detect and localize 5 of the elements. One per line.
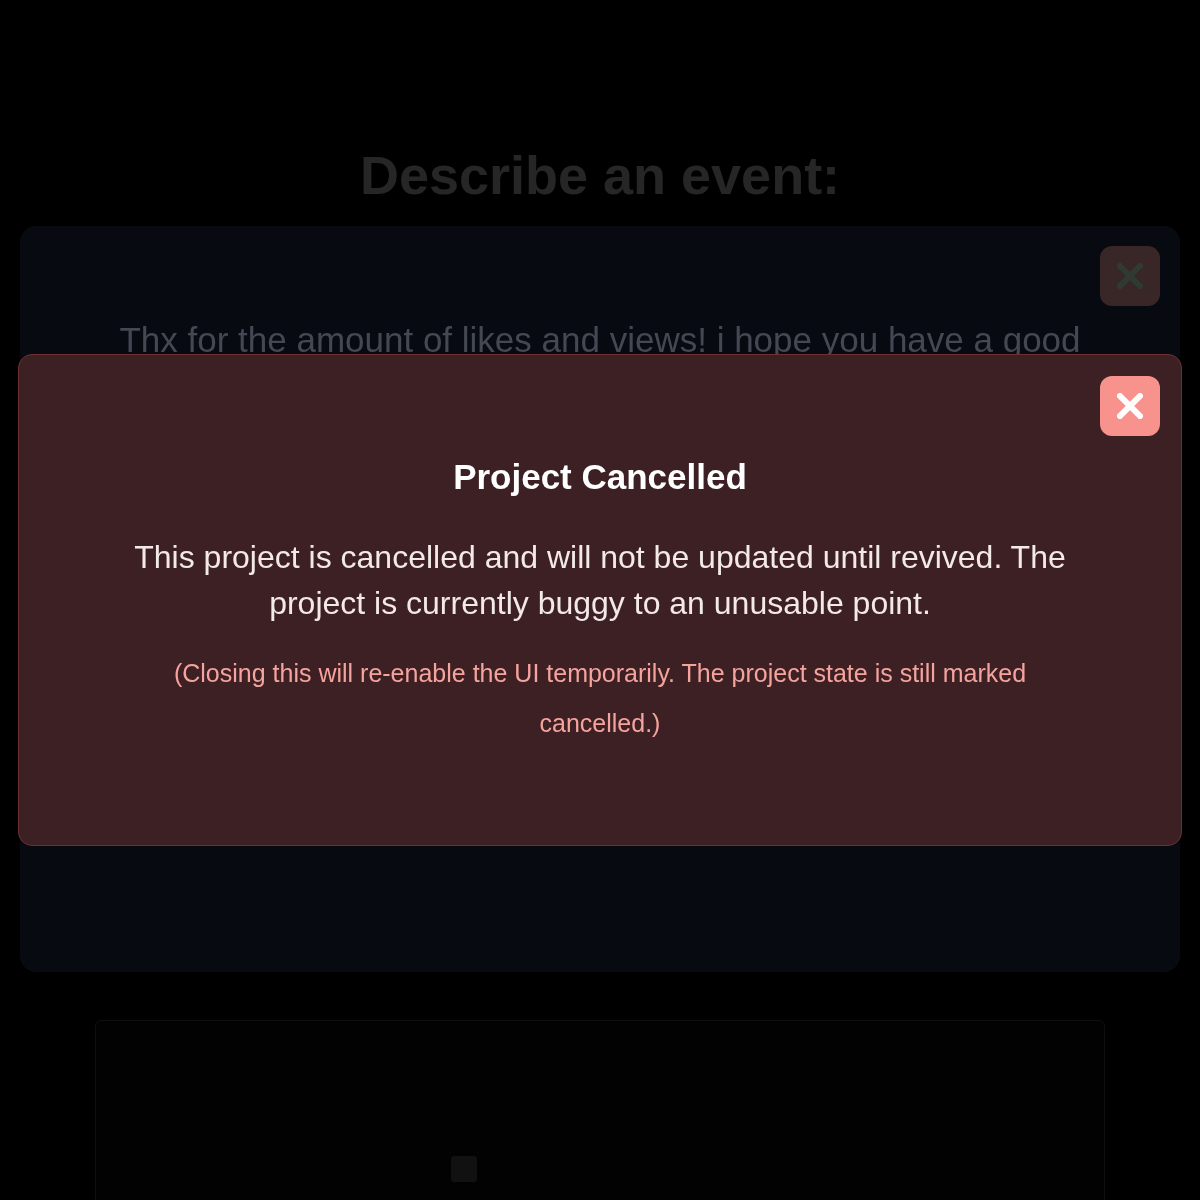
dialog-title: Project Cancelled <box>453 457 747 497</box>
close-icon <box>1117 393 1143 419</box>
dialog-note: (Closing this will re-enable the UI temporarily. The project state is still marked cancelled.) <box>172 658 1028 739</box>
dialog-message: This project is cancelled and will not be updated until revived. The project is currently buggy to an unusable point. <box>133 538 1067 623</box>
close-button[interactable] <box>1100 376 1160 436</box>
